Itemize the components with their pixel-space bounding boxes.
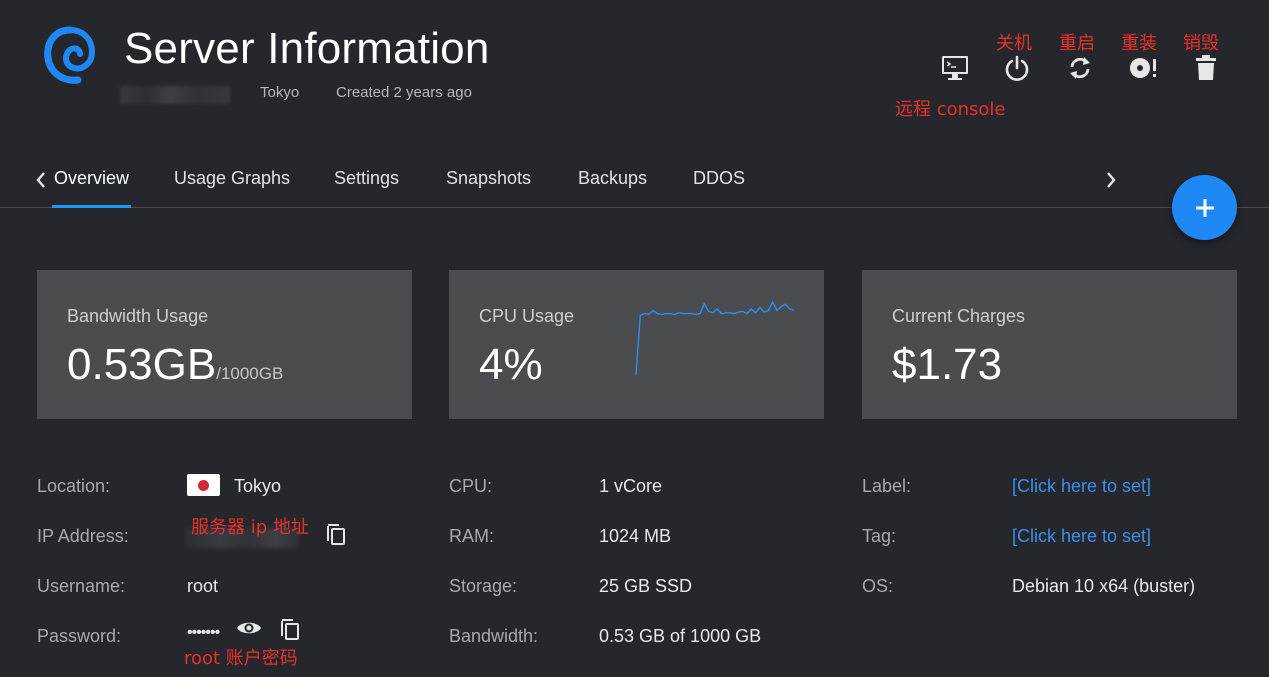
add-button[interactable]	[1172, 175, 1237, 240]
copy-icon	[281, 619, 299, 640]
bandwidth-card-value: 0.53GB/1000GB	[67, 340, 283, 390]
copy-icon	[327, 524, 345, 545]
destroy-button[interactable]	[1190, 52, 1222, 84]
storage-label: Storage:	[449, 576, 518, 596]
cpu-card: CPU Usage 4%	[449, 270, 824, 419]
hostname-redacted	[120, 86, 230, 104]
password-value: •••••••	[187, 624, 220, 641]
charges-card: Current Charges $1.73	[862, 270, 1237, 419]
console-monitor-icon	[942, 56, 968, 80]
tab-bar: Overview Usage Graphs Settings Snapshots…	[0, 150, 1269, 208]
copy-ip-button[interactable]	[323, 520, 349, 548]
bandwidth-total: /1000GB	[216, 364, 284, 383]
cpu-sparkline-line	[635, 300, 795, 375]
bandwidth-card: Bandwidth Usage 0.53GB/1000GB	[37, 270, 412, 419]
annotation-restart: 重启	[1059, 33, 1095, 54]
os-value: Debian 10 x64 (buster)	[1012, 576, 1196, 596]
header-location: Tokyo	[260, 84, 300, 101]
cpu-card-value: 4%	[479, 340, 543, 389]
server-label-label: Label:	[862, 476, 912, 496]
tab-snapshots[interactable]: Snapshots	[446, 168, 531, 189]
username-value: root	[187, 576, 219, 596]
console-button[interactable]	[939, 52, 971, 84]
cpu-sparkline	[635, 300, 795, 375]
tab-overview[interactable]: Overview	[54, 168, 129, 189]
debian-logo	[44, 26, 96, 84]
tab-settings[interactable]: Settings	[334, 168, 399, 189]
annotation-ip: 服务器 ip 地址	[191, 517, 309, 538]
bandwidth-card-label: Bandwidth Usage	[67, 306, 209, 326]
trash-icon	[1196, 55, 1216, 80]
annotation-console: 远程 console	[895, 99, 1006, 120]
chevron-right-icon[interactable]	[1104, 170, 1118, 190]
password-label: Password:	[37, 626, 122, 646]
bandwidth-used: 0.53GB	[67, 340, 217, 389]
cpu-label: CPU:	[449, 476, 493, 496]
os-label: OS:	[862, 576, 894, 596]
japan-flag-icon	[187, 474, 220, 496]
annotation-destroy: 销毁	[1183, 33, 1219, 54]
active-tab-indicator	[52, 205, 131, 208]
restart-button[interactable]	[1064, 52, 1096, 84]
reinstall-button[interactable]	[1127, 52, 1159, 84]
tab-backups[interactable]: Backups	[578, 168, 647, 189]
eye-icon	[237, 622, 261, 634]
username-label: Username:	[37, 576, 126, 596]
chevron-left-icon[interactable]	[34, 170, 48, 190]
bandwidth-value: 0.53 GB of 1000 GB	[599, 626, 762, 646]
power-button[interactable]	[1001, 52, 1033, 84]
ram-value: 1024 MB	[599, 526, 672, 546]
tab-usage-graphs[interactable]: Usage Graphs	[174, 168, 290, 189]
charges-card-label: Current Charges	[892, 306, 1026, 326]
power-icon	[1005, 55, 1029, 81]
set-tag-link[interactable]: [Click here to set]	[1012, 526, 1151, 547]
copy-password-button[interactable]	[277, 615, 303, 643]
set-label-link[interactable]: [Click here to set]	[1012, 476, 1151, 497]
location-value: Tokyo	[234, 476, 282, 496]
location-label: Location:	[37, 476, 111, 496]
header-created: Created 2 years ago	[336, 84, 472, 101]
ram-label: RAM:	[449, 526, 494, 546]
annotation-password: root 账户密码	[184, 648, 298, 669]
annotation-reinstall: 重装	[1121, 33, 1157, 54]
cpu-value: 1 vCore	[599, 476, 663, 496]
tag-label: Tag:	[862, 526, 897, 546]
ip-label: IP Address:	[37, 526, 129, 546]
storage-value: 25 GB SSD	[599, 576, 693, 596]
tab-ddos[interactable]: DDOS	[693, 168, 745, 189]
bandwidth-label: Bandwidth:	[449, 626, 539, 646]
page-title: Server Information	[124, 24, 490, 73]
cpu-card-label: CPU Usage	[479, 306, 575, 326]
show-password-button[interactable]	[235, 617, 263, 639]
annotation-power: 关机	[996, 33, 1032, 54]
restart-icon	[1070, 57, 1090, 79]
reinstall-disc-icon	[1130, 58, 1156, 78]
charges-card-value: $1.73	[892, 340, 1003, 389]
plus-icon	[1195, 198, 1214, 217]
